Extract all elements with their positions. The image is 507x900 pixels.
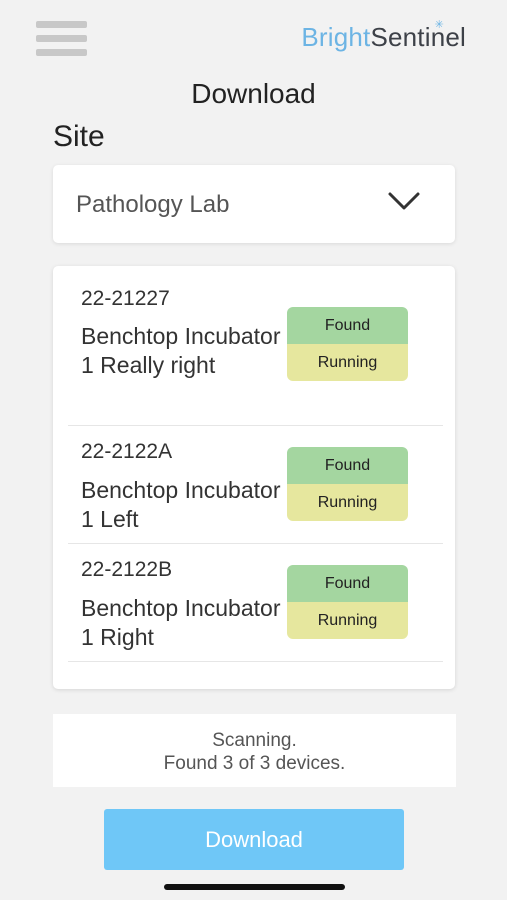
device-name: Benchtop Incubator 1 Right (81, 595, 281, 650)
device-name: Benchtop Incubator 1 Left (81, 477, 281, 532)
status-badge: Found Running (287, 307, 408, 381)
status-badge: Found Running (287, 565, 408, 639)
device-row[interactable]: 22-2122A Benchtop Incubator 1 Left Found… (68, 426, 443, 544)
sparkle-icon: ✳ (434, 19, 444, 31)
scan-count-text: Found 3 of 3 devices. (163, 753, 346, 774)
brand-logo: BrightSentinel ✳ (301, 19, 466, 53)
site-label: Site (53, 120, 105, 153)
device-name: Benchtop Incubator 1 Really right (81, 323, 281, 378)
running-status: Running (287, 602, 408, 639)
device-list: 22-21227 Benchtop Incubator 1 Really rig… (53, 266, 455, 689)
site-select[interactable]: Pathology Lab (53, 165, 455, 243)
device-serial: 22-2122A (81, 440, 173, 463)
found-status: Found (287, 307, 408, 344)
scan-status-panel: Scanning. Found 3 of 3 devices. (53, 714, 456, 787)
running-status: Running (287, 484, 408, 521)
home-indicator (164, 884, 345, 890)
chevron-down-icon (388, 192, 420, 210)
hamburger-menu-icon[interactable] (36, 21, 87, 56)
site-select-value: Pathology Lab (76, 191, 230, 218)
found-status: Found (287, 447, 408, 484)
scan-status-text: Scanning. (212, 730, 297, 751)
download-button[interactable]: Download (104, 809, 404, 870)
device-row[interactable]: 22-21227 Benchtop Incubator 1 Really rig… (68, 266, 443, 426)
brand-logo-part2: Sentinel (370, 22, 466, 52)
device-serial: 22-21227 (81, 287, 170, 310)
status-badge: Found Running (287, 447, 408, 521)
brand-logo-part1: Bright (301, 22, 371, 52)
found-status: Found (287, 565, 408, 602)
page-title: Download (191, 78, 316, 109)
device-row[interactable]: 22-2122B Benchtop Incubator 1 Right Foun… (68, 544, 443, 662)
running-status: Running (287, 344, 408, 381)
device-serial: 22-2122B (81, 558, 173, 581)
